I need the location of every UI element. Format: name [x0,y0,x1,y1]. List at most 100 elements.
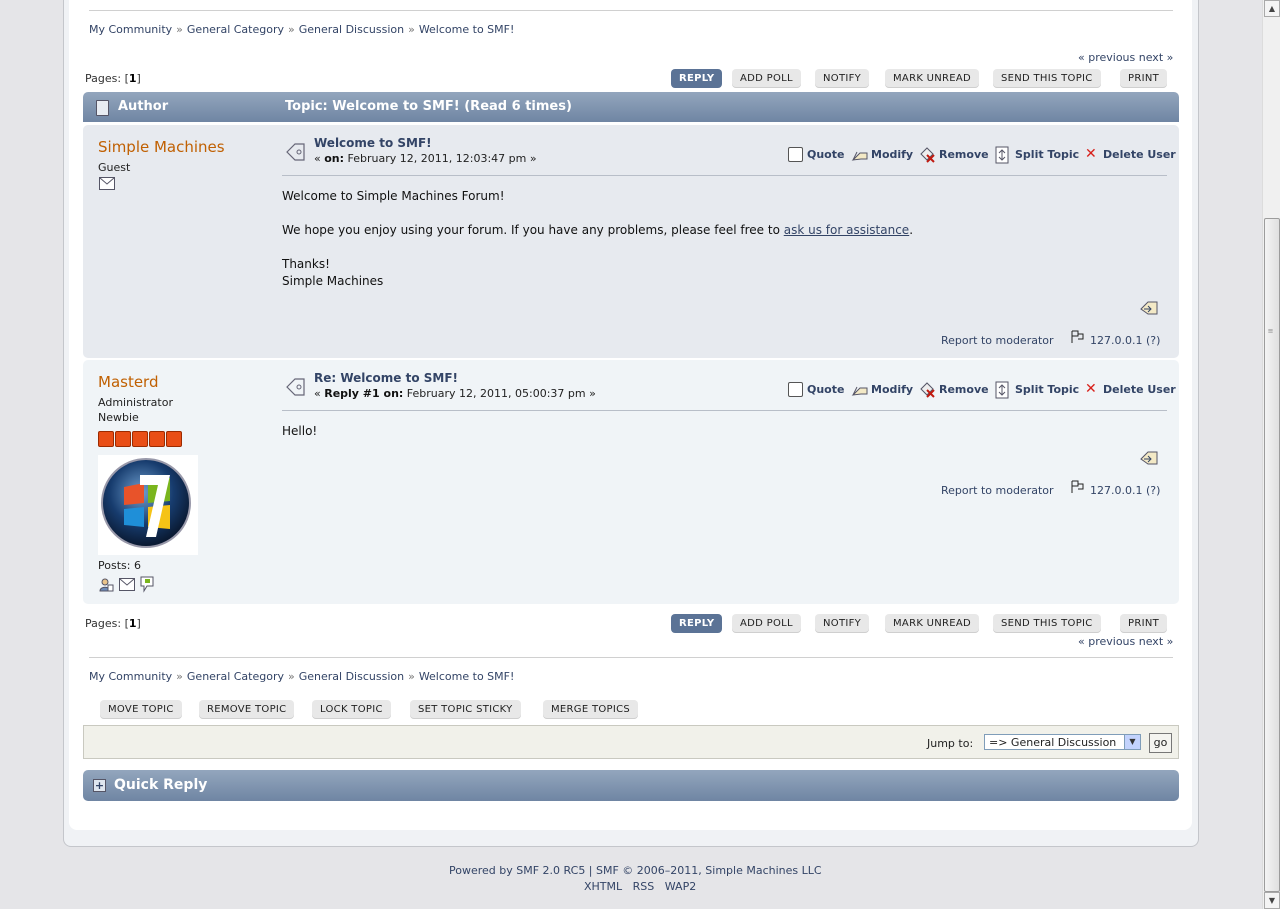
body-line: Welcome to Simple Machines Forum! [282,189,505,203]
body-text: . [909,223,914,237]
star-icon [115,431,131,447]
poster-name[interactable]: Simple Machines [98,138,225,156]
remove-button[interactable]: Remove [939,383,989,396]
mark-unread-button[interactable]: MARK UNREAD [885,69,980,88]
quote-button[interactable]: Quote [807,383,844,396]
lock-topic-button[interactable]: LOCK TOPIC [312,700,391,719]
breadcrumb-separator: » [176,670,183,683]
vertical-scrollbar[interactable]: ▲ ≡ ▼ [1262,0,1280,909]
add-poll-button[interactable]: ADD POLL [732,614,801,633]
delete-user-button[interactable]: Delete User [1103,383,1176,396]
breadcrumb-separator: » [288,23,295,36]
breadcrumb-separator: » [408,670,415,683]
ip-icon [1071,480,1084,493]
sticky-topic-button[interactable]: SET TOPIC STICKY [410,700,521,719]
report-to-moderator-link[interactable]: Report to moderator [941,334,1054,347]
prev-next-nav: « previous next » [1078,51,1173,64]
split-topic-icon [995,381,1009,399]
modify-button[interactable]: Modify [871,148,913,161]
post-divider [282,410,1167,411]
go-button[interactable]: go [1149,733,1172,753]
assistance-link[interactable]: ask us for assistance [784,223,909,237]
delete-user-icon: ✕ [1085,146,1097,162]
body-line: Simple Machines [282,274,384,288]
star-icon [166,431,182,447]
email-icon[interactable] [99,177,115,190]
breadcrumb-link[interactable]: General Discussion [299,23,404,36]
ip-address[interactable]: 127.0.0.1 (?) [1090,484,1160,497]
move-topic-button[interactable]: MOVE TOPIC [100,700,182,719]
xhtml-link[interactable]: XHTML [584,880,622,893]
next-topic-link[interactable]: next » [1139,635,1174,648]
date-label: on: [324,152,345,165]
breadcrumb-link[interactable]: Welcome to SMF! [419,670,515,683]
chevron-down-icon[interactable]: ▼ [1124,735,1140,749]
profile-icon[interactable] [99,577,114,592]
quote-button[interactable]: Quote [807,148,844,161]
notify-button[interactable]: NOTIFY [815,69,870,88]
delete-user-button[interactable]: Delete User [1103,148,1176,161]
print-button[interactable]: PRINT [1120,69,1168,88]
scroll-up-icon[interactable]: ▲ [1264,0,1280,17]
author-column-title: Author [118,99,169,114]
scroll-down-icon[interactable]: ▼ [1264,892,1280,909]
current-page[interactable]: 1 [129,72,137,85]
personal-message-icon[interactable] [140,576,155,593]
previous-topic-link[interactable]: « previous [1078,51,1135,64]
breadcrumb-link[interactable]: General Category [187,23,284,36]
remove-topic-button[interactable]: REMOVE TOPIC [199,700,295,719]
topic-title: Topic: Welcome to SMF! (Read 6 times) [285,99,572,114]
post-subject[interactable]: Re: Welcome to SMF! [314,371,458,385]
star-icon [98,431,114,447]
remove-button[interactable]: Remove [939,148,989,161]
add-poll-button[interactable]: ADD POLL [732,69,801,88]
split-topic-icon [995,146,1009,164]
post-body: Hello! [282,424,318,438]
breadcrumb-link[interactable]: My Community [89,670,172,683]
print-button[interactable]: PRINT [1120,614,1168,633]
avatar [98,455,198,555]
footer-credits[interactable]: Powered by SMF 2.0 RC5 | SMF © 2006–2011… [449,864,822,877]
jump-to-selected: => General Discussion [989,736,1117,749]
ip-address[interactable]: 127.0.0.1 (?) [1090,334,1160,347]
notify-button[interactable]: NOTIFY [815,614,870,633]
email-icon[interactable] [119,578,135,591]
breadcrumb-link[interactable]: General Discussion [299,670,404,683]
quote-reply-icon[interactable] [1139,300,1159,318]
post-body: Welcome to Simple Machines Forum! We hop… [282,188,913,290]
reply-button[interactable]: REPLY [671,614,723,633]
breadcrumb-link[interactable]: Welcome to SMF! [419,23,515,36]
quick-reply-header[interactable]: + Quick Reply [83,770,1179,801]
breadcrumb-separator: » [408,23,415,36]
modify-icon [851,386,868,396]
merge-topics-button[interactable]: MERGE TOPICS [543,700,639,719]
scrollbar-thumb[interactable] [1264,218,1280,892]
date-label: Reply #1 on: [324,387,404,400]
quote-reply-icon[interactable] [1139,450,1159,468]
breadcrumb-link[interactable]: My Community [89,23,172,36]
jump-to-select[interactable]: => General Discussion ▼ [984,734,1141,750]
send-topic-button[interactable]: SEND THIS TOPIC [993,69,1101,88]
send-topic-button[interactable]: SEND THIS TOPIC [993,614,1101,633]
star-icon [132,431,148,447]
previous-topic-link[interactable]: « previous [1078,635,1135,648]
date-value: February 12, 2011, 12:03:47 pm » [344,152,537,165]
modify-button[interactable]: Modify [871,383,913,396]
pages-label: Pages: [85,617,122,630]
rss-link[interactable]: RSS [633,880,655,893]
split-topic-button[interactable]: Split Topic [1015,148,1079,161]
reply-button[interactable]: REPLY [671,69,723,88]
current-page[interactable]: 1 [129,617,137,630]
footer-links: XHTML RSS WAP2 [584,880,696,893]
split-topic-button[interactable]: Split Topic [1015,383,1079,396]
mark-unread-button[interactable]: MARK UNREAD [885,614,980,633]
next-topic-link[interactable]: next » [1139,51,1174,64]
report-to-moderator-link[interactable]: Report to moderator [941,484,1054,497]
expand-icon[interactable]: + [93,779,106,792]
post-subject[interactable]: Welcome to SMF! [314,136,432,150]
poster-name[interactable]: Masterd [98,373,158,391]
poster-group: Guest [98,161,131,174]
breadcrumb-link[interactable]: General Category [187,670,284,683]
body-line: We hope you enjoy using your forum. If y… [282,222,913,239]
wap2-link[interactable]: WAP2 [665,880,696,893]
